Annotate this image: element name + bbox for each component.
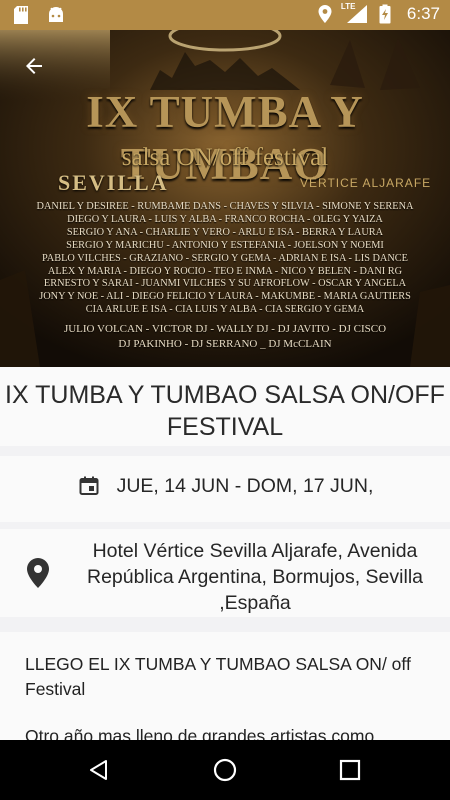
- event-location-card[interactable]: Hotel Vértice Sevilla Aljarafe, Avenida …: [0, 529, 450, 617]
- network-label: LTE: [340, 2, 356, 11]
- banner-artist-line: CIA ARLUE E ISA - CIA LUIS Y ALBA - CIA …: [85, 304, 365, 316]
- event-title: IX TUMBA Y TUMBAO SALSA ON/OFF FESTIVAL: [5, 381, 445, 441]
- nav-home-button[interactable]: [210, 755, 240, 785]
- home-circle-icon: [213, 758, 237, 782]
- banner-artist-line: ALEX Y MARIA - DIEGO Y ROCIO - TEO E INM…: [47, 265, 403, 277]
- event-description-card: LLEGO EL IX TUMBA Y TUMBAO SALSA ON/ off…: [0, 632, 450, 740]
- event-description-paragraph: LLEGO EL IX TUMBA Y TUMBAO SALSA ON/ off…: [25, 654, 411, 699]
- event-date-card: JUE, 14 JUN - DOM, 17 JUN,: [0, 456, 450, 522]
- event-title-card: IX TUMBA Y TUMBAO SALSA ON/OFF FESTIVAL: [0, 367, 450, 446]
- banner-artist-line: DANIEL Y DESIREE - RUMBAME DANS - CHAVES…: [36, 201, 414, 212]
- status-time: 6:37: [406, 4, 440, 23]
- banner-city: SEVILLA: [58, 170, 169, 195]
- navigation-bar: [0, 740, 450, 800]
- event-date: JUE, 14 JUN - DOM, 17 JUN,: [116, 474, 374, 497]
- nav-back-button[interactable]: [84, 755, 114, 785]
- sd-card-icon: [12, 5, 30, 25]
- battery-charging-icon: [379, 4, 397, 24]
- banner-artist-line: SERGIO Y MARICHU - ANTONIO Y ESTEFANIA -…: [66, 239, 384, 251]
- nav-recents-button[interactable]: [335, 755, 365, 785]
- android-icon: [46, 5, 64, 25]
- banner-artist-line: DIEGO Y LAURA - LUIS Y ALBA - FRANCO ROC…: [67, 213, 383, 225]
- banner-dj-line: DJ PAKINHO - DJ SERRANO _ DJ McCLAIN: [118, 338, 332, 350]
- location-icon: [317, 4, 335, 24]
- recents-square-icon: [339, 759, 361, 781]
- event-description-paragraph: Otro año mas lleno de grandes artistas c…: [25, 726, 375, 740]
- banner-artist-line: JONY Y NOE - ALI - DIEGO FELICIO Y LAURA…: [39, 291, 411, 303]
- back-triangle-icon: [90, 760, 107, 780]
- banner-artist-list: DANIEL Y DESIREE - RUMBAME DANS - CHAVES…: [0, 201, 450, 317]
- back-button[interactable]: [14, 48, 54, 84]
- signal-icon: LTE: [341, 2, 369, 24]
- banner-venue: VÉRTICE ALJARAFE: [300, 176, 432, 190]
- banner-dj-list: JULIO VOLCAN - VICTOR DJ - WALLY DJ - DJ…: [0, 322, 450, 352]
- event-location[interactable]: Hotel Vértice Sevilla Aljarafe, Avenida …: [60, 538, 450, 616]
- banner-artist-line: SERGIO Y ANA - CHARLIE Y VERO - ARLU E I…: [66, 226, 384, 238]
- banner-artist-line: PABLO VILCHES - GRAZIANO - SERGIO Y GEMA…: [42, 252, 408, 264]
- calendar-icon: [79, 476, 99, 495]
- location-pin-icon: [27, 558, 49, 588]
- banner-subtitle: salsa ON/off festival: [121, 144, 329, 171]
- banner-artist-line: ERNESTO Y SARAI - JUANMI VILCHES Y SU AF…: [43, 278, 407, 290]
- banner-dj-line: JULIO VOLCAN - VICTOR DJ - WALLY DJ - DJ…: [63, 323, 387, 335]
- event-banner-image: IX TUMBA Y TUMBAO salsa ON/off festival …: [0, 30, 450, 367]
- back-arrow-icon: [26, 58, 42, 74]
- status-bar: LTE 6:37: [0, 0, 450, 30]
